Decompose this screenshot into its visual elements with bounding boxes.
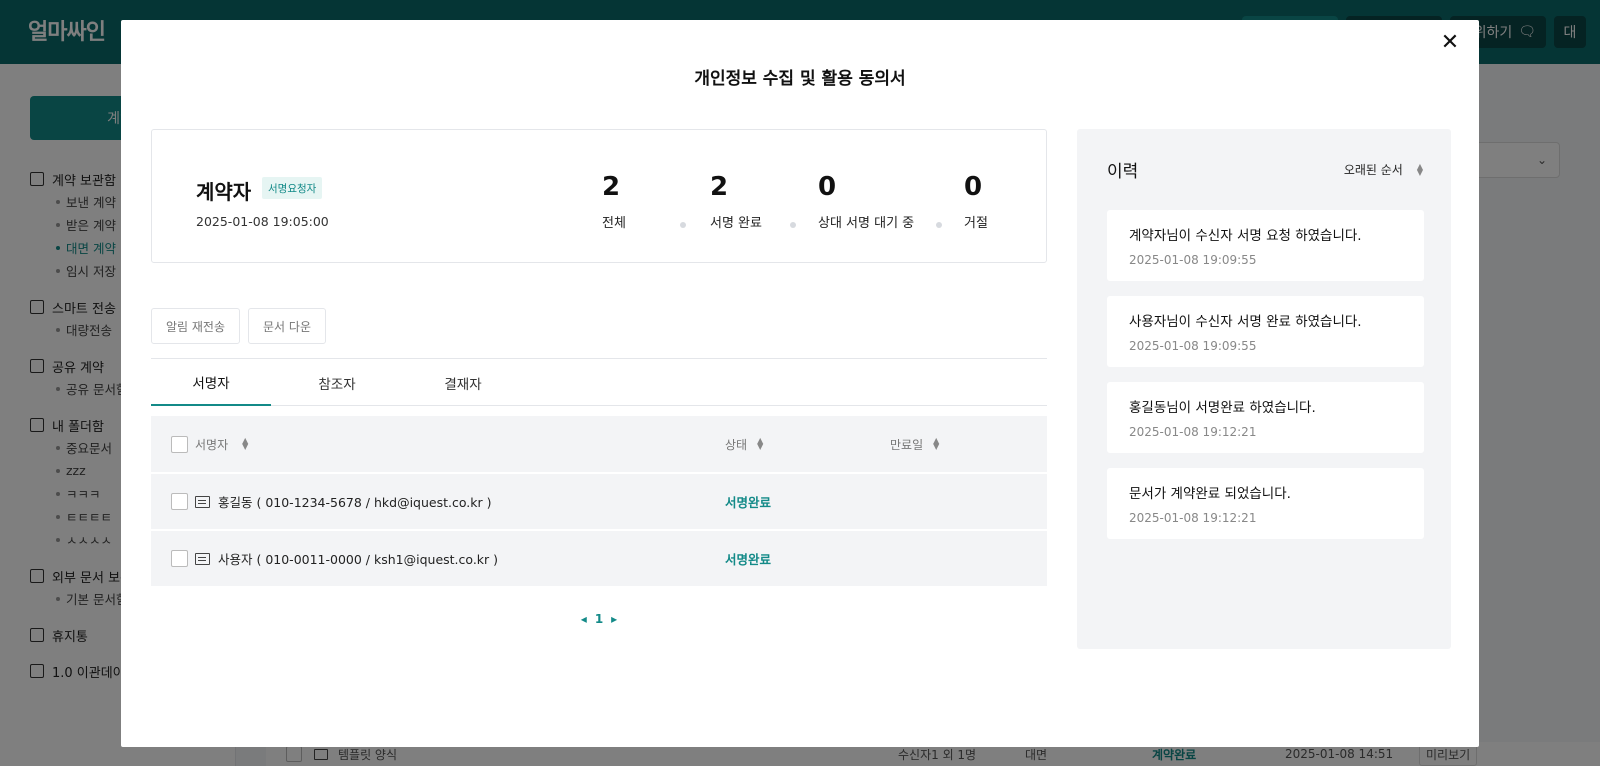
history-time: 2025-01-08 19:09:55 (1129, 339, 1257, 353)
history-sort-toggle[interactable]: 오래된 순서 ▲ ▼ (1344, 161, 1423, 178)
signer-status: 서명완료 (725, 552, 772, 567)
history-time: 2025-01-08 19:12:21 (1129, 425, 1257, 439)
header-expiry-label: 만료일 (890, 437, 924, 452)
row-checkbox[interactable] (171, 493, 188, 510)
participant-tabs: 서명자 참조자 결재자 (151, 358, 1047, 406)
sort-icon: ▲ ▼ (757, 436, 764, 451)
history-panel: 이력 오래된 순서 ▲ ▼ 계약자님이 수신자 서명 요청 하였습니다. 2025… (1077, 129, 1451, 649)
tab-approvers[interactable]: 결재자 (403, 359, 523, 406)
stat-separator (790, 222, 796, 228)
contract-detail-modal: ✕ 개인정보 수집 및 활용 동의서 계약자 서명요청자 2025-01-08 … (121, 20, 1479, 747)
stat-rejected-label: 거절 (964, 216, 988, 231)
table-row[interactable]: 홍길동 ( 010-1234-5678 / hkd@iquest.co.kr )… (151, 474, 1047, 529)
header-expiry[interactable]: 만료일 ▲ ▼ (890, 436, 1040, 453)
history-list: 계약자님이 수신자 서명 요청 하였습니다. 2025-01-08 19:09:… (1107, 210, 1424, 554)
stat-total-value: 2 (602, 172, 621, 202)
sort-icon: ▲ ▼ (1416, 161, 1423, 177)
resend-notification-button[interactable]: 알림 재전송 (151, 308, 241, 344)
signer-info: 홍길동 ( 010-1234-5678 / hkd@iquest.co.kr ) (218, 495, 492, 510)
header-signer[interactable]: 서명자 ▲ ▼ (195, 436, 725, 453)
download-document-button[interactable]: 문서 다운 (248, 308, 326, 344)
current-page[interactable]: 1 (595, 612, 603, 626)
select-all-checkbox[interactable] (171, 435, 188, 453)
stat-total-label: 전체 (602, 216, 626, 231)
message-icon[interactable] (195, 552, 210, 565)
stat-waiting-label: 상대 서명 대기 중 (818, 216, 915, 231)
history-item: 홍길동님이 서명완료 하였습니다. 2025-01-08 19:12:21 (1107, 382, 1424, 453)
history-title: 이력 (1107, 162, 1139, 182)
contract-created-date: 2025-01-08 19:05:00 (196, 214, 329, 229)
tab-signers[interactable]: 서명자 (151, 359, 271, 406)
history-item: 계약자님이 수신자 서명 요청 하였습니다. 2025-01-08 19:09:… (1107, 210, 1424, 281)
signer-cell: 홍길동 ( 010-1234-5678 / hkd@iquest.co.kr ) (195, 492, 725, 511)
stat-separator (680, 222, 686, 228)
close-icon[interactable]: ✕ (1439, 32, 1461, 54)
document-actions: 알림 재전송 문서 다운 (151, 308, 326, 344)
stat-separator (936, 222, 942, 228)
history-text: 사용자님이 수신자 서명 완료 하였습니다. (1129, 314, 1362, 330)
history-time: 2025-01-08 19:12:21 (1129, 511, 1257, 525)
pagination: ◂ 1 ▸ (151, 612, 1047, 626)
stat-signed: 2 서명 완료 (710, 172, 820, 231)
history-item: 사용자님이 수신자 서명 완료 하였습니다. 2025-01-08 19:09:… (1107, 296, 1424, 367)
history-sort-label: 오래된 순서 (1343, 163, 1403, 177)
signer-info: 사용자 ( 010-0011-0000 / ksh1@iquest.co.kr … (218, 552, 499, 567)
table-header: 서명자 ▲ ▼ 상태 ▲ ▼ 만료일 ▲ ▼ (151, 416, 1047, 472)
sort-icon: ▲ ▼ (242, 436, 249, 451)
sort-icon: ▲ ▼ (933, 436, 940, 451)
stat-signed-value: 2 (710, 172, 729, 202)
tab-references[interactable]: 참조자 (277, 359, 397, 406)
signer-cell: 사용자 ( 010-0011-0000 / ksh1@iquest.co.kr … (195, 549, 725, 568)
header-signer-label: 서명자 (195, 437, 229, 452)
stat-rejected: 0 거절 (964, 172, 1024, 231)
history-text: 계약자님이 수신자 서명 요청 하였습니다. (1129, 228, 1362, 244)
row-checkbox[interactable] (171, 550, 188, 567)
requester-badge: 서명요청자 (262, 177, 323, 199)
stat-total: 2 전체 (602, 172, 712, 231)
header-status-label: 상태 (725, 437, 748, 452)
history-text: 문서가 계약완료 되었습니다. (1129, 486, 1291, 502)
history-text: 홍길동님이 서명완료 하였습니다. (1129, 400, 1316, 416)
signer-status: 서명완료 (725, 495, 772, 510)
stat-waiting-value: 0 (818, 172, 837, 202)
header-status[interactable]: 상태 ▲ ▼ (725, 436, 890, 453)
message-icon[interactable] (195, 495, 210, 508)
modal-title: 개인정보 수집 및 활용 동의서 (694, 69, 906, 89)
signer-table: 서명자 ▲ ▼ 상태 ▲ ▼ 만료일 ▲ ▼ 홍길동 ( 010-1234-5678 … (151, 416, 1047, 586)
row-checkbox-cell (151, 550, 195, 567)
row-checkbox-cell (151, 493, 195, 510)
party-name: 계약자 (196, 180, 252, 204)
header-checkbox-cell (151, 435, 195, 453)
prev-page-icon[interactable]: ◂ (581, 612, 587, 626)
contract-summary-card: 계약자 서명요청자 2025-01-08 19:05:00 2 전체 2 서명 … (151, 129, 1047, 263)
table-row[interactable]: 사용자 ( 010-0011-0000 / ksh1@iquest.co.kr … (151, 531, 1047, 586)
next-page-icon[interactable]: ▸ (611, 612, 617, 626)
stat-signed-label: 서명 완료 (710, 216, 762, 231)
stat-rejected-value: 0 (964, 172, 983, 202)
history-time: 2025-01-08 19:09:55 (1129, 253, 1257, 267)
history-item: 문서가 계약완료 되었습니다. 2025-01-08 19:12:21 (1107, 468, 1424, 539)
stat-waiting: 0 상대 서명 대기 중 (818, 172, 948, 231)
